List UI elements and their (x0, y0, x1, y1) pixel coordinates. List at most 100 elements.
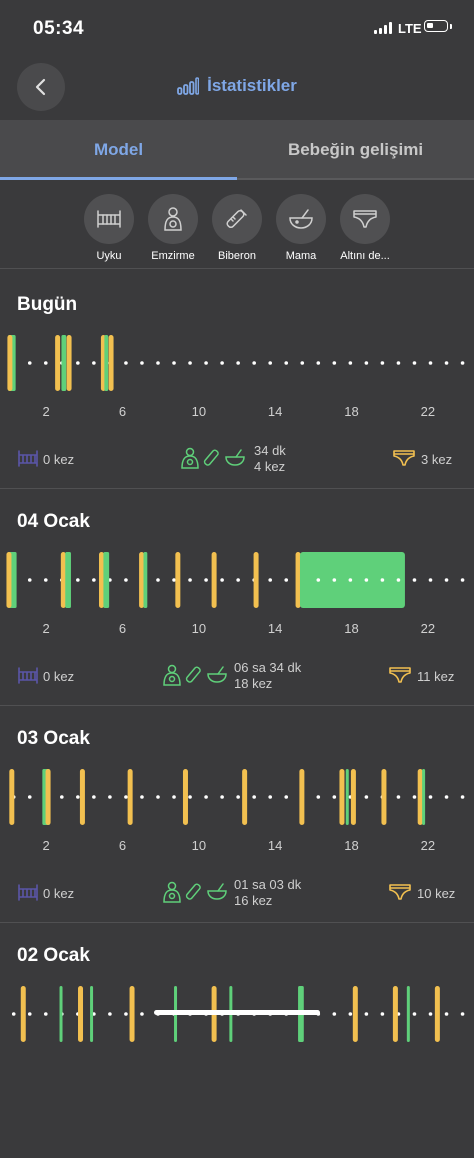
timeline-dot (172, 361, 176, 365)
timeline-dot (27, 795, 32, 799)
timeline-dot (412, 361, 417, 365)
filter-bottle-label: Biberon (218, 250, 256, 262)
timeline-dot (428, 361, 433, 365)
hour-tick-label: 10 (191, 838, 207, 853)
tab-baby-development[interactable]: Bebeğin gelişimi (237, 120, 474, 180)
timeline-dot (444, 578, 449, 582)
hour-tick-label: 18 (344, 404, 359, 419)
day-title: 02 Ocak (17, 945, 90, 966)
status-bar: 05:34 LTE (0, 0, 474, 56)
filter-sleep[interactable]: Uyku (77, 194, 141, 262)
timeline-dot (428, 578, 433, 582)
header: İstatistikler (0, 76, 474, 96)
timeline-dot (444, 1012, 449, 1016)
timeline-dot (11, 1012, 16, 1016)
day-section[interactable]: 04 Ocak 2 6 10 14 18 22 0 kez 06 sa 34 dk 18 k… (0, 507, 474, 724)
sleep-mark (90, 986, 94, 1042)
timeline-dot (60, 795, 64, 799)
filter-sleep-label: Uyku (96, 250, 122, 262)
timeline-dot (76, 361, 80, 365)
timeline-dot (43, 578, 48, 582)
hour-tick-label: 10 (191, 621, 207, 636)
timeline-dot (348, 1012, 353, 1016)
timeline-dot (108, 795, 112, 799)
feeding-mark (45, 769, 51, 825)
feeding-duration: 34 dk (254, 443, 286, 458)
timeline-dot (204, 578, 208, 582)
timeline-dot (444, 361, 449, 365)
timeline-dot (332, 361, 337, 365)
feeding-count: 4 kez (254, 459, 286, 474)
filter-row: Uyku Emzirme Biberon Mama Altını de... (0, 190, 474, 270)
feeding-mark (175, 552, 181, 608)
hour-tick-label: 14 (267, 621, 283, 636)
timeline-dot (412, 1012, 417, 1016)
timeline-dot (188, 578, 192, 582)
filter-diaper[interactable]: Altını de... (333, 194, 397, 262)
filter-bottle[interactable]: Biberon (205, 194, 269, 262)
timeline-dot (27, 1012, 32, 1016)
stats-icon (177, 77, 200, 95)
timeline-dot (412, 795, 417, 799)
feeding-mark (139, 552, 145, 608)
sleep-mark (299, 552, 405, 608)
bottle-icon (203, 449, 219, 466)
feeding-duration: 06 sa 34 dk (234, 660, 302, 675)
timeline-dot (460, 578, 465, 582)
filter-breastfeeding-label: Emzirme (151, 250, 195, 262)
timeline-dot (172, 795, 176, 799)
filter-breastfeeding[interactable]: Emzirme (141, 194, 205, 262)
battery-icon (424, 20, 448, 32)
network-label: LTE (398, 21, 422, 36)
diaper-icon (389, 667, 411, 683)
day-title: Bugün (17, 294, 78, 315)
sleep-mark (422, 769, 426, 825)
day-stats: 0 kez 01 sa 03 dk 16 kez 10 kez (0, 877, 474, 913)
breastfeeding-icon (164, 207, 182, 231)
timeline-dot (108, 1012, 112, 1016)
feeding-mark (55, 335, 61, 391)
timeline-dot (396, 361, 401, 365)
feeding-mark (108, 335, 114, 391)
day-timeline (7, 335, 465, 391)
timeline-dot (348, 361, 353, 365)
sleep-count: 0 kez (43, 886, 75, 901)
tab-model[interactable]: Model (0, 120, 237, 180)
bottle-icon (185, 666, 201, 683)
feeding-mark (78, 986, 84, 1042)
day-timeline (11, 986, 465, 1042)
timeline-dot (236, 795, 240, 799)
timeline-dot (188, 795, 192, 799)
day-title: 04 Ocak (17, 511, 90, 532)
timeline-dot (92, 361, 96, 365)
timeline-dot (428, 795, 433, 799)
feeding-mark (253, 552, 259, 608)
timeline-dot (124, 795, 128, 799)
filter-food[interactable]: Mama (269, 194, 333, 262)
day-section[interactable]: Bugün 2 6 10 14 18 22 0 kez 34 dk 4 kez 3 kez (0, 290, 474, 507)
timeline-dot (364, 361, 369, 365)
home-indicator (154, 1010, 320, 1015)
timeline-dot (156, 795, 160, 799)
feeding-mark (79, 769, 85, 825)
timeline-dot (124, 1012, 128, 1016)
timeline-dot (268, 795, 273, 799)
crib-icon (97, 210, 121, 228)
crib-icon (18, 884, 38, 901)
hour-axis: 2 6 10 14 18 22 (0, 404, 474, 420)
hour-axis: 2 6 10 14 18 22 (0, 621, 474, 637)
diaper-icon (389, 884, 411, 900)
day-section[interactable]: 03 Ocak 2 6 10 14 18 22 0 kez 01 sa 03 dk 16 k… (0, 724, 474, 941)
hour-tick-label: 6 (118, 404, 127, 419)
feeding-mark (20, 986, 26, 1042)
hour-tick-label: 22 (420, 621, 436, 636)
day-title: 03 Ocak (17, 728, 90, 749)
timeline-dot (284, 361, 289, 365)
timeline-dot (364, 578, 369, 582)
timeline-dot (348, 578, 353, 582)
timeline-dot (156, 361, 160, 365)
day-section[interactable]: 02 Ocak (0, 941, 474, 1158)
timeline-dot (444, 795, 449, 799)
active-tab-indicator (0, 177, 237, 180)
timeline-dot (236, 361, 240, 365)
